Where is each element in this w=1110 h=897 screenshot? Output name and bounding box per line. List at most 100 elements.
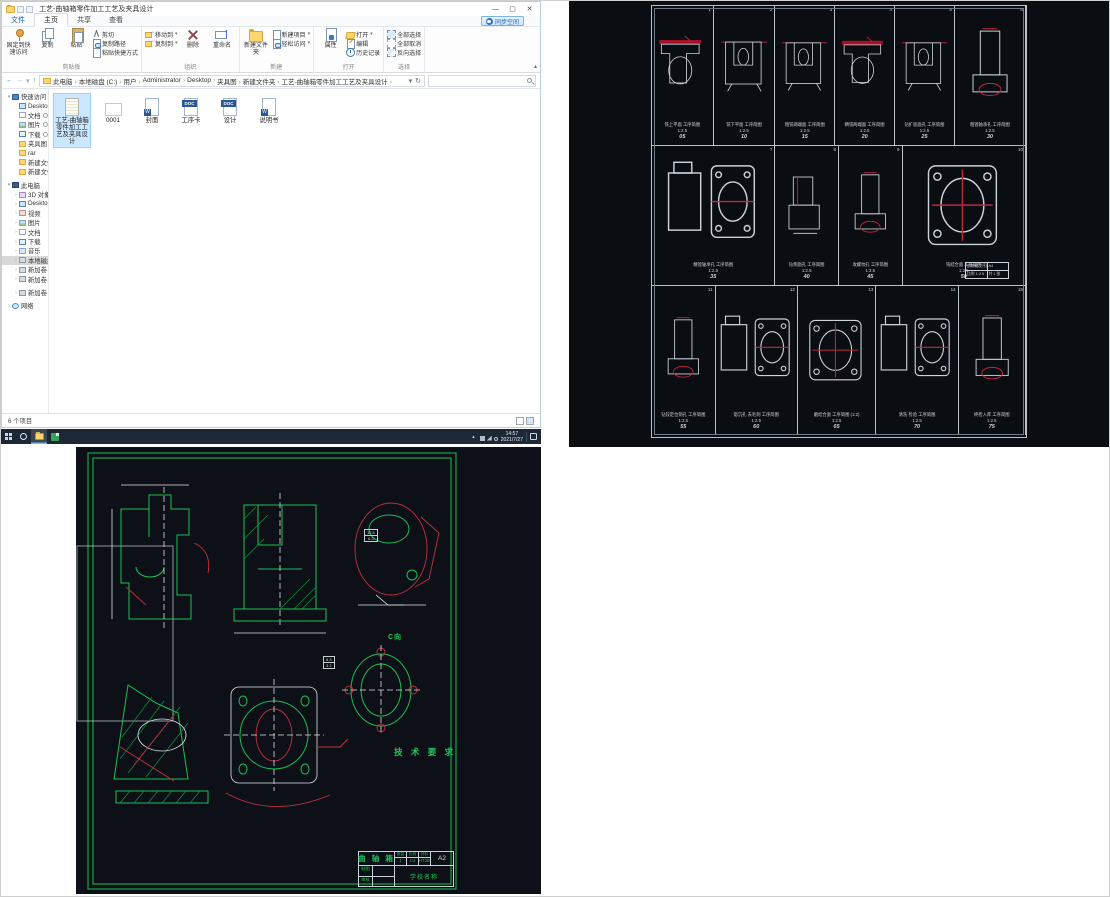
copy-button[interactable]: 复制 [34, 28, 61, 50]
copy-path-button[interactable]: 复制路径 [92, 39, 138, 49]
sidebar-item[interactable]: › 文档 [2, 227, 48, 237]
address-dropdown-icon[interactable]: ▾ [409, 77, 413, 85]
delete-button[interactable]: 删除 [180, 28, 207, 50]
new-folder-button[interactable]: 新建文件夹 [243, 28, 270, 57]
up-button[interactable]: ↑ [33, 77, 37, 84]
volume-icon[interactable] [486, 435, 492, 441]
app-taskbar-button[interactable] [47, 429, 63, 444]
minimize-button[interactable]: — [487, 3, 504, 16]
select-all-button[interactable]: 全部选择 [387, 30, 421, 39]
taskbar-clock[interactable]: 14:57 2021/7/27 [501, 431, 523, 443]
sidebar-item[interactable]: › Desktop [2, 199, 48, 208]
sidebar-item[interactable]: › 新加卷 (F:) [2, 288, 48, 297]
properties-button[interactable]: 属性 [317, 28, 344, 50]
file-explorer-taskbar-button[interactable] [31, 429, 47, 444]
file-name: 0001 [105, 117, 120, 124]
details-view-icon[interactable] [516, 416, 524, 425]
sidebar-item[interactable]: › 音乐 [2, 246, 48, 255]
move-to-button[interactable]: 移动到▾ [145, 29, 178, 39]
search-box[interactable] [428, 74, 536, 87]
maximize-button[interactable]: ▢ [504, 3, 521, 16]
thumbnail-view-icon[interactable] [526, 416, 534, 425]
refresh-icon[interactable]: ↻ [415, 77, 421, 85]
cut-button[interactable]: 剪切 [92, 30, 138, 39]
file-item[interactable]: 0001 [96, 93, 130, 127]
sidebar-item[interactable]: 新建文件夹 [2, 158, 48, 167]
start-button[interactable] [1, 429, 15, 444]
sidebar-item[interactable]: 新建文件夹 (2) [2, 167, 48, 176]
breadcrumb-segment[interactable]: 此电脑 [53, 76, 79, 86]
copy-to-button[interactable]: 复制到▾ [145, 38, 178, 48]
sidebar-item[interactable]: › 3D 对象 [2, 190, 48, 199]
sidebar-item[interactable]: 夹具图 [2, 139, 48, 148]
recent-locations-dropdown[interactable]: ▾ [26, 77, 30, 85]
paste-shortcut-button[interactable]: 粘贴快捷方式 [92, 48, 138, 58]
search-input[interactable] [429, 75, 535, 86]
breadcrumb-segment[interactable]: 工艺-曲轴箱零件加工工艺及夹具设计 [282, 76, 394, 86]
breadcrumb-segment[interactable]: 夹具图 [217, 76, 243, 86]
operation-number: 45 [867, 274, 874, 281]
breadcrumb-segment[interactable]: 本地磁盘 (C:) [79, 76, 124, 86]
rename-button[interactable]: 重命名 [209, 28, 236, 50]
tray-overflow-chevron[interactable]: ▴ [472, 434, 475, 440]
sidebar-item[interactable]: 文档 [2, 111, 48, 120]
easy-access-button[interactable]: 轻松访问 ▾ [272, 39, 310, 49]
tab-home[interactable]: 主页 [34, 13, 68, 27]
close-button[interactable]: ✕ [521, 3, 538, 16]
edit-button[interactable]: 编辑 [346, 39, 380, 49]
file-item[interactable]: 封面 [135, 93, 169, 127]
history-button[interactable]: 历史记录 [346, 48, 380, 57]
file-list[interactable]: 工艺-曲轴箱零件加工工艺及夹具设计 0001 封面 工序卡 设计 [49, 89, 540, 413]
tab-file[interactable]: 文件 [2, 14, 34, 26]
file-item[interactable]: 工艺-曲轴箱零件加工工艺及夹具设计 [53, 93, 91, 149]
qat-icon[interactable] [17, 5, 24, 13]
breadcrumb-segment[interactable]: Administrator [143, 77, 187, 84]
paste-button[interactable]: 粘贴 [63, 28, 90, 50]
cortana-icon [19, 433, 27, 440]
file-item[interactable]: 设计 [213, 93, 247, 127]
sidebar-item[interactable]: 图片 [2, 120, 48, 129]
back-button[interactable]: ← [6, 77, 13, 84]
search-taskbar-button[interactable] [15, 429, 31, 444]
sidebar-item[interactable]: ▾ 快速访问 [2, 92, 48, 101]
select-none-button[interactable]: 全部取消 [387, 39, 421, 48]
sidebar-item[interactable]: › 新加卷 (D:) [2, 265, 48, 274]
sidebar-item[interactable]: ▾ 此电脑 [2, 181, 48, 190]
collapse-ribbon-icon[interactable]: ▴ [534, 63, 537, 70]
sidebar-item[interactable]: › 下载 [2, 237, 48, 246]
notification-center-icon[interactable] [530, 433, 537, 440]
baidu-netdisk-button[interactable]: 同步空间 [480, 16, 524, 26]
part-drawing [667, 317, 699, 378]
breadcrumb[interactable]: 此电脑本地磁盘 (C:)用户AdministratorDesktop夹具图新建文… [39, 74, 425, 87]
breadcrumb-segment[interactable]: Desktop [187, 77, 217, 84]
system-tray[interactable] [478, 428, 498, 446]
quick-access-toolbar[interactable] [17, 5, 33, 13]
sidebar-item[interactable]: › 网络 [2, 301, 48, 310]
sidebar-item[interactable]: › 视频 [2, 209, 48, 218]
tab-view[interactable]: 查看 [100, 14, 132, 26]
sidebar-item[interactable]: › 本地磁盘 (C:) [2, 255, 48, 266]
sidebar-item[interactable]: rar [2, 148, 48, 157]
pin-to-quick-access-button[interactable]: 固定到快速访问 [5, 28, 32, 57]
invert-selection-button[interactable]: 反向选择 [387, 48, 421, 57]
sidebar-item[interactable]: › 图片 [2, 218, 48, 227]
sidebar-item[interactable]: Desktop [2, 101, 48, 110]
breadcrumb-segment[interactable]: 用户 [124, 76, 143, 86]
file-item[interactable]: 说明书 [252, 93, 286, 127]
cell-scale: 1:2.5 [801, 268, 812, 274]
open-button[interactable]: 打开 ▾ [346, 30, 380, 39]
file-icon [182, 98, 198, 116]
file-item[interactable]: 工序卡 [174, 93, 208, 127]
sidebar-item[interactable]: 下载 [2, 130, 48, 139]
file-name: 工序卡 [181, 117, 201, 124]
tab-share[interactable]: 共享 [68, 14, 100, 26]
ime-icon[interactable] [493, 436, 498, 441]
sidebar-item[interactable]: › 新加卷 (E:) [2, 274, 48, 284]
school-name: 学校名称 [409, 875, 438, 881]
sidebar-item-icon [19, 112, 26, 119]
qat-icon[interactable] [26, 5, 33, 13]
breadcrumb-segment[interactable]: 新建文件夹 [243, 76, 282, 86]
network-icon[interactable] [479, 435, 485, 441]
forward-button[interactable]: → [16, 77, 23, 84]
new-item-button[interactable]: 新建项目 ▾ [272, 30, 310, 40]
